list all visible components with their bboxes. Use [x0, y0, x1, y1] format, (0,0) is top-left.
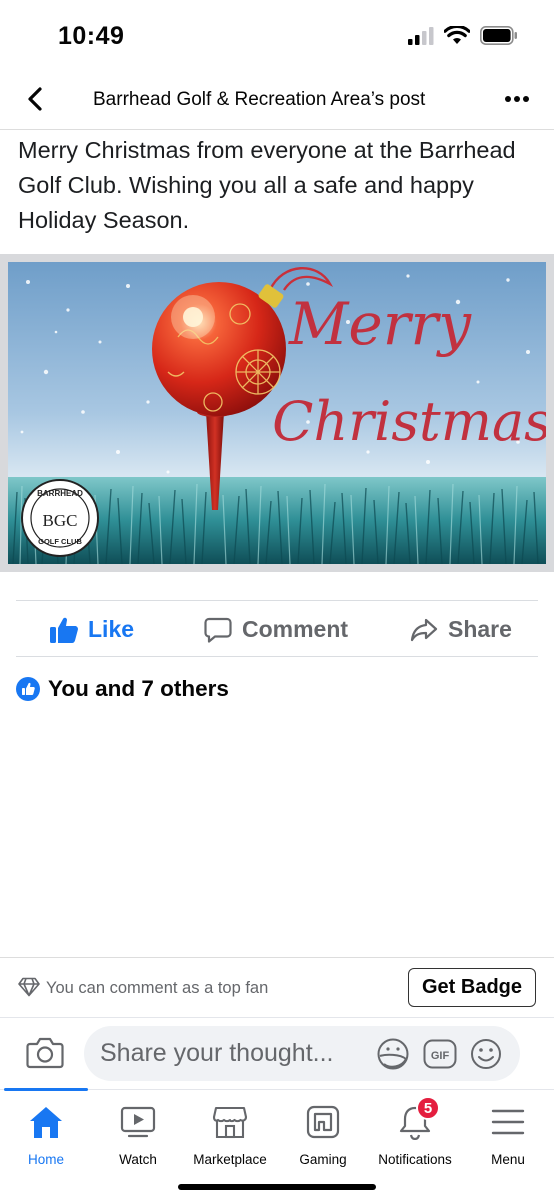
status-time: 10:49	[58, 22, 125, 50]
bottom-tab-bar: Home Watch Marketplace Gaming 5 Notifica…	[0, 1088, 554, 1200]
page-title: Barrhead Golf & Recreation Area’s post	[93, 89, 426, 110]
more-horizontal-icon	[505, 96, 529, 102]
post-image-container[interactable]: Merry Christmas BARRHEAD BGC GOLF CLUB	[0, 254, 554, 572]
get-badge-button[interactable]: Get Badge	[408, 968, 536, 1007]
like-button[interactable]: Like	[50, 601, 134, 658]
comment-icon	[204, 617, 232, 643]
post-actions: Like Comment Share	[16, 600, 538, 657]
post-header: Barrhead Golf & Recreation Area’s post	[0, 70, 554, 130]
back-button[interactable]	[18, 82, 52, 116]
wifi-icon	[444, 26, 470, 44]
club-logo: BARRHEAD BGC GOLF CLUB	[21, 479, 99, 557]
comment-input-placeholder: Share your thought...	[100, 1039, 334, 1067]
logo-bottom-text: GOLF CLUB	[38, 537, 82, 546]
comment-button[interactable]: Comment	[204, 601, 348, 658]
thumbs-up-icon	[50, 617, 78, 643]
logo-center-text: BGC	[43, 511, 78, 530]
post-image[interactable]: Merry Christmas BARRHEAD BGC GOLF CLUB	[8, 262, 546, 564]
battery-icon	[480, 26, 517, 45]
watch-icon	[120, 1106, 156, 1138]
like-label: Like	[88, 616, 135, 642]
marketplace-icon	[212, 1106, 248, 1139]
status-bar: 10:49	[0, 0, 554, 70]
emoji-icon[interactable]	[470, 1038, 502, 1070]
christmas-card-illustration: Merry Christmas BARRHEAD BGC GOLF CLUB	[8, 262, 546, 564]
tab-gaming[interactable]: Gaming	[273, 1102, 373, 1167]
home-icon	[30, 1107, 62, 1138]
home-indicator	[178, 1184, 376, 1190]
greeting-line-1: Merry	[288, 290, 472, 358]
comment-input[interactable]: Share your thought... GIF	[84, 1026, 520, 1081]
tab-home[interactable]: Home	[0, 1102, 96, 1167]
tab-marketplace[interactable]: Marketplace	[180, 1102, 280, 1167]
tab-home-label: Home	[27, 1152, 64, 1167]
greeting-line-2: Christmas	[272, 390, 546, 453]
active-tab-indicator	[4, 1088, 88, 1091]
svg-text:GIF: GIF	[431, 1050, 450, 1062]
diamond-icon	[18, 977, 40, 997]
reactions-summary[interactable]: You and 7 others	[16, 676, 229, 702]
reaction-count-text: You and 7 others	[48, 676, 229, 701]
gaming-icon	[306, 1105, 340, 1139]
status-icons	[408, 26, 518, 45]
logo-top-text: BARRHEAD	[37, 489, 83, 498]
tab-notifications[interactable]: 5 Notifications	[365, 1096, 465, 1167]
comment-composer: Share your thought... GIF	[0, 1017, 554, 1089]
cellular-signal-icon	[408, 26, 434, 45]
tab-marketplace-label: Marketplace	[193, 1152, 267, 1167]
share-label: Share	[448, 616, 512, 642]
comment-label: Comment	[242, 616, 349, 642]
menu-icon	[491, 1109, 525, 1135]
like-reaction-icon	[16, 677, 40, 701]
top-fan-text: You can comment as a top fan	[46, 979, 269, 997]
gif-icon[interactable]: GIF	[423, 1039, 457, 1069]
notifications-badge: 5	[416, 1096, 440, 1120]
tab-watch[interactable]: Watch	[88, 1102, 188, 1167]
tab-watch-label: Watch	[119, 1152, 157, 1167]
camera-icon[interactable]	[26, 1035, 64, 1069]
tab-menu[interactable]: Menu	[458, 1102, 554, 1167]
share-icon	[410, 618, 438, 641]
tab-gaming-label: Gaming	[299, 1152, 347, 1167]
post-text: Merry Christmas from everyone at the Bar…	[18, 137, 516, 233]
tab-notifications-label: Notifications	[378, 1152, 452, 1167]
tab-menu-label: Menu	[491, 1152, 525, 1167]
composer-icons: GIF	[376, 1037, 502, 1071]
sticker-icon[interactable]	[376, 1037, 410, 1071]
top-fan-prompt: You can comment as a top fan Get Badge	[0, 957, 554, 1017]
share-button[interactable]: Share	[410, 601, 512, 658]
more-options-button[interactable]	[500, 84, 534, 114]
chevron-left-icon	[28, 87, 42, 111]
